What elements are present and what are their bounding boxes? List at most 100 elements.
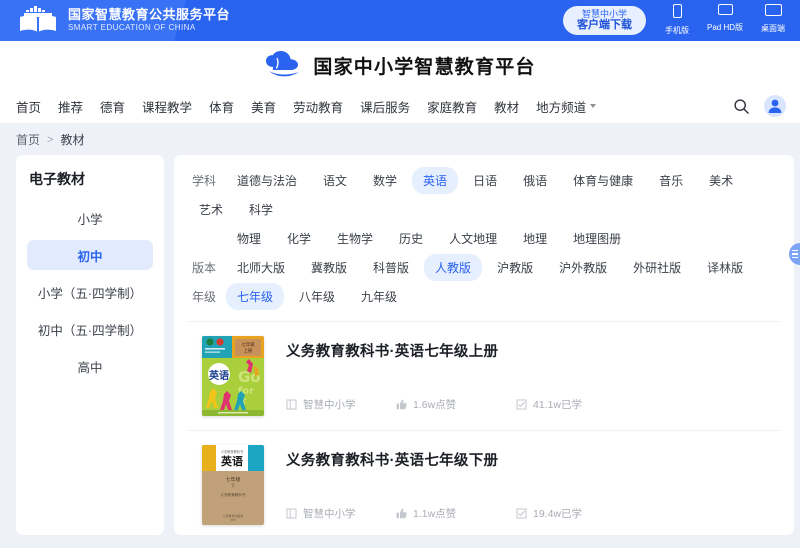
download-button-line1: 智慧中小学	[581, 8, 627, 19]
chip-subject-geography-atlas[interactable]: 地理图册	[562, 225, 632, 252]
chip-grade-7[interactable]: 七年级	[226, 283, 285, 310]
nav-item-home[interactable]: 首页	[16, 97, 41, 116]
list-item[interactable]: 七年级 上册 Go for it 英语	[188, 321, 780, 430]
breadcrumb: 首页 > 教材	[0, 124, 800, 155]
sidebar: 电子教材 小学 初中 小学（五·四学制） 初中（五·四学制） 高中	[16, 155, 164, 535]
nav-item-recommend[interactable]: 推荐	[58, 97, 83, 116]
chip-subject-history[interactable]: 历史	[388, 225, 434, 252]
svg-text:人民教育出版社: 人民教育出版社	[222, 513, 243, 518]
book-platform-logo-icon	[20, 5, 56, 34]
chip-version-yilin[interactable]: 译林版	[696, 254, 754, 281]
book-publisher-label: 智慧中小学	[303, 508, 356, 520]
chevron-down-icon	[590, 104, 597, 108]
book-meta: 智慧中小学 1.6w点赞 41.1w已学	[286, 397, 772, 412]
chip-grade-8[interactable]: 八年级	[288, 283, 346, 310]
svg-text:PEP: PEP	[231, 518, 236, 522]
chip-subject-japanese[interactable]: 日语	[462, 167, 508, 194]
chip-version-kepu[interactable]: 科普版	[362, 254, 420, 281]
book-meta: 智慧中小学 1.1w点赞 19.4w已学	[286, 506, 772, 521]
chip-version-hujiao[interactable]: 沪教版	[486, 254, 544, 281]
chip-subject-fineart[interactable]: 美术	[698, 167, 744, 194]
chip-subject-math[interactable]: 数学	[362, 167, 408, 194]
nav-item-local-channel[interactable]: 地方频道	[536, 97, 597, 116]
client-download-button[interactable]: 智慧中小学 客户端下载	[563, 5, 646, 36]
list-item[interactable]: 义务教育教科书 英语 七年级 下 义务教育教科书 人民教育出版社 PEP 义务教…	[188, 430, 780, 535]
chip-version-beishida[interactable]: 北师大版	[226, 254, 296, 281]
breadcrumb-home[interactable]: 首页	[16, 131, 40, 148]
sidebar-item-primary[interactable]: 小学	[27, 203, 153, 233]
chip-subject-physics[interactable]: 物理	[226, 225, 272, 252]
chip-subject-music[interactable]: 音乐	[648, 167, 694, 194]
device-links: 手机版 Pad HD版 桌面端	[658, 3, 792, 38]
nav-item-pe[interactable]: 体育	[209, 97, 234, 116]
chip-subject-english[interactable]: 英语	[412, 167, 459, 194]
book-publisher-label: 智慧中小学	[303, 399, 356, 411]
brand-name-cn: 国家智慧教育公共服务平台	[68, 7, 231, 23]
platform-brand[interactable]: 国家智慧教育公共服务平台 SMART EDUCATION OF CHINA	[0, 5, 231, 36]
search-icon[interactable]	[733, 98, 750, 115]
book-likes: 1.1w点赞	[396, 506, 516, 521]
chip-version-waiyanshe[interactable]: 外研社版	[622, 254, 692, 281]
device-link-tablet[interactable]: Pad HD版	[706, 3, 744, 35]
nav-item-textbooks[interactable]: 教材	[494, 97, 519, 116]
book-title: 义务教育教科书·英语七年级上册	[286, 344, 499, 360]
svg-text:上册: 上册	[244, 347, 253, 354]
chip-subject-human-geography[interactable]: 人文地理	[438, 225, 508, 252]
book-likes-label: 1.6w点赞	[413, 399, 457, 411]
nav-item-curriculum[interactable]: 课程教学	[142, 97, 192, 116]
thumbs-up-icon	[396, 399, 407, 410]
site-logo[interactable]: 国家中小学智慧教育平台	[264, 50, 535, 80]
chip-subject-geography[interactable]: 地理	[512, 225, 558, 252]
sidebar-item-junior[interactable]: 初中	[27, 240, 153, 270]
nav-item-local-channel-label: 地方频道	[536, 100, 587, 115]
filter-row-version: 版本 北师大版 冀教版 科普版 人教版 沪教版 沪外教版 外研社版 译林版	[188, 254, 780, 281]
chip-subject-moral[interactable]: 道德与法治	[226, 167, 308, 194]
phone-icon	[672, 3, 682, 18]
main-navigation: 首页 推荐 德育 课程教学 体育 美育 劳动教育 课后服务 家庭教育 教材 地方…	[0, 89, 800, 124]
nav-items: 首页 推荐 德育 课程教学 体育 美育 劳动教育 课后服务 家庭教育 教材 地方…	[16, 97, 597, 116]
user-avatar[interactable]	[764, 95, 786, 117]
device-label-tablet: Pad HD版	[706, 22, 743, 32]
feedback-tab-icon-line3	[791, 256, 798, 258]
book-publisher: 智慧中小学	[286, 397, 396, 412]
chip-version-jijiao[interactable]: 冀教版	[300, 254, 358, 281]
book-title: 义务教育教科书·英语七年级下册	[286, 453, 499, 469]
chip-subject-chinese[interactable]: 语文	[312, 167, 358, 194]
nav-item-afterschool[interactable]: 课后服务	[360, 97, 410, 116]
topbar-right-group: 智慧中小学 客户端下载 手机版 Pad HD版 桌面端	[563, 0, 792, 41]
chip-subject-art[interactable]: 艺术	[188, 196, 234, 223]
textbook-list: 七年级 上册 Go for it 英语	[174, 321, 794, 535]
device-link-desktop[interactable]: 桌面端	[754, 3, 792, 36]
chip-version-huwaijiao[interactable]: 沪外教版	[548, 254, 618, 281]
filter-label-grade: 年级	[192, 290, 217, 304]
book-info-vol2: 义务教育教科书·英语七年级下册 智慧中小学 1.1w点赞 19.4w已学	[286, 445, 772, 525]
book-studied-label: 19.4w已学	[533, 508, 583, 520]
filter-area: 学科 道德与法治 语文 数学 英语 日语 俄语 体育与健康 音乐 美术 艺术 科…	[174, 167, 794, 310]
book-cover-vol2: 义务教育教科书 英语 七年级 下 义务教育教科书 人民教育出版社 PEP	[202, 445, 264, 525]
device-link-phone[interactable]: 手机版	[658, 3, 696, 38]
breadcrumb-separator: >	[47, 133, 54, 146]
svg-text:英语: 英语	[208, 369, 229, 382]
book-publisher: 智慧中小学	[286, 506, 396, 521]
chip-subject-pe-health[interactable]: 体育与健康	[562, 167, 644, 194]
chip-subject-biology[interactable]: 生物学	[326, 225, 384, 252]
sidebar-item-junior-54[interactable]: 初中（五·四学制）	[27, 314, 153, 344]
chip-grade-9[interactable]: 九年级	[350, 283, 408, 310]
nav-item-arts[interactable]: 美育	[251, 97, 276, 116]
chip-subject-science[interactable]: 科学	[238, 196, 284, 223]
chip-subject-chemistry[interactable]: 化学	[276, 225, 322, 252]
sidebar-item-primary-54[interactable]: 小学（五·四学制）	[27, 277, 153, 307]
nav-item-labor[interactable]: 劳动教育	[293, 97, 343, 116]
book-info-vol1: 义务教育教科书·英语七年级上册 智慧中小学 1.6w点赞 41.1w已学	[286, 336, 772, 416]
book-studied-label: 41.1w已学	[533, 399, 583, 411]
chip-subject-russian[interactable]: 俄语	[512, 167, 558, 194]
svg-text:义务教育教科书: 义务教育教科书	[220, 492, 246, 497]
filter-label-subject: 学科	[192, 174, 217, 188]
page-body: 电子教材 小学 初中 小学（五·四学制） 初中（五·四学制） 高中 学科 道德与…	[0, 155, 800, 535]
chip-version-renjiao[interactable]: 人教版	[424, 254, 483, 281]
sidebar-item-senior[interactable]: 高中	[27, 351, 153, 381]
feedback-tab-icon-line2	[791, 253, 798, 255]
svg-text:义务教育教科书: 义务教育教科书	[221, 449, 244, 454]
nav-item-moral[interactable]: 德育	[100, 97, 125, 116]
nav-item-family[interactable]: 家庭教育	[427, 97, 477, 116]
